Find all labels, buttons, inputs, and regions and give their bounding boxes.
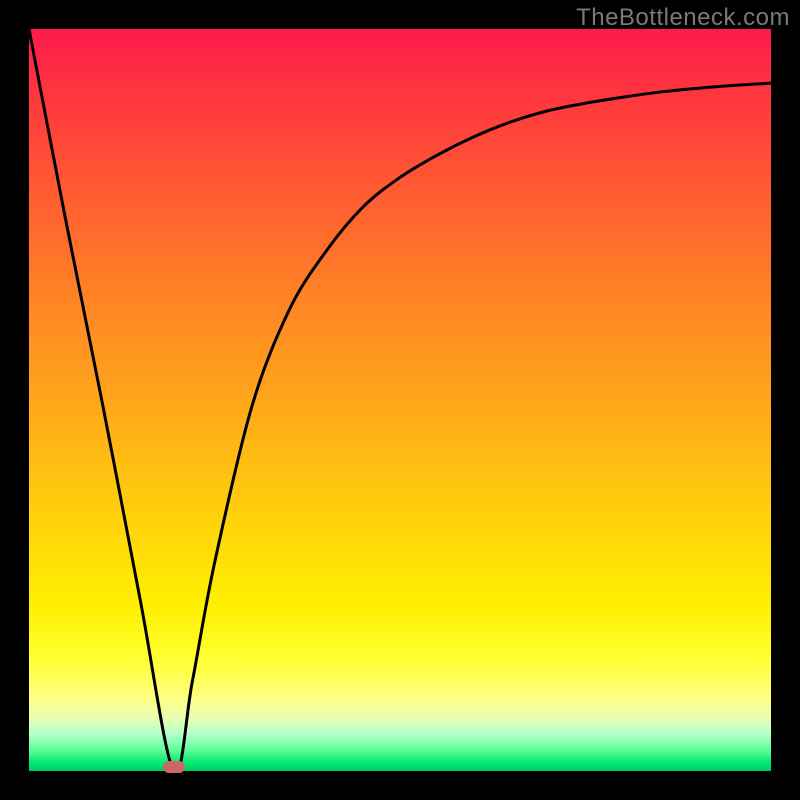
curve-path xyxy=(29,29,771,771)
optimum-marker xyxy=(163,761,185,773)
watermark-text: TheBottleneck.com xyxy=(576,4,790,32)
chart-plot-area xyxy=(29,29,771,771)
chart-frame: TheBottleneck.com xyxy=(0,0,800,800)
bottleneck-curve xyxy=(29,29,771,771)
